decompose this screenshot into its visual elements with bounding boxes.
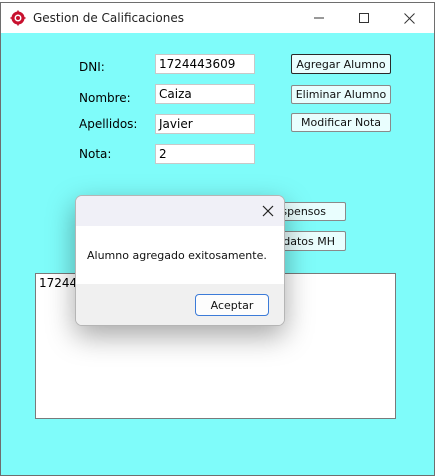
app-icon: [10, 10, 26, 26]
nombre-field[interactable]: Caiza: [155, 84, 255, 104]
dialog-title-bar: [76, 196, 284, 226]
close-icon: [403, 12, 415, 24]
nota-field[interactable]: 2: [155, 144, 255, 164]
modificar-nota-button[interactable]: Modificar Nota: [291, 113, 391, 132]
agregar-alumno-button[interactable]: Agregar Alumno: [291, 54, 391, 74]
title-bar: Gestion de Calificaciones: [1, 3, 434, 33]
dialog-close-button[interactable]: [260, 203, 276, 219]
nombre-label: Nombre:: [79, 91, 131, 105]
eliminar-alumno-button[interactable]: Eliminar Alumno: [291, 85, 391, 104]
maximize-icon: [359, 13, 369, 23]
close-icon: [262, 205, 274, 217]
dialog-body: Alumno agregado exitosamente.: [76, 226, 284, 284]
close-button[interactable]: [386, 3, 432, 33]
window-title: Gestion de Calificaciones: [33, 11, 184, 25]
message-dialog: Alumno agregado exitosamente. Aceptar: [75, 195, 285, 326]
nota-label: Nota:: [79, 147, 112, 161]
maximize-button[interactable]: [341, 3, 387, 33]
dni-label: DNI:: [79, 60, 105, 74]
dialog-message: Alumno agregado exitosamente.: [87, 249, 267, 262]
dni-field[interactable]: 1724443609: [155, 54, 255, 74]
dialog-footer: Aceptar: [76, 284, 284, 325]
aceptar-button[interactable]: Aceptar: [195, 294, 269, 316]
apellidos-field[interactable]: Javier: [155, 114, 255, 134]
minimize-icon: [314, 17, 324, 19]
minimize-button[interactable]: [296, 3, 342, 33]
apellidos-label: Apellidos:: [79, 117, 138, 131]
